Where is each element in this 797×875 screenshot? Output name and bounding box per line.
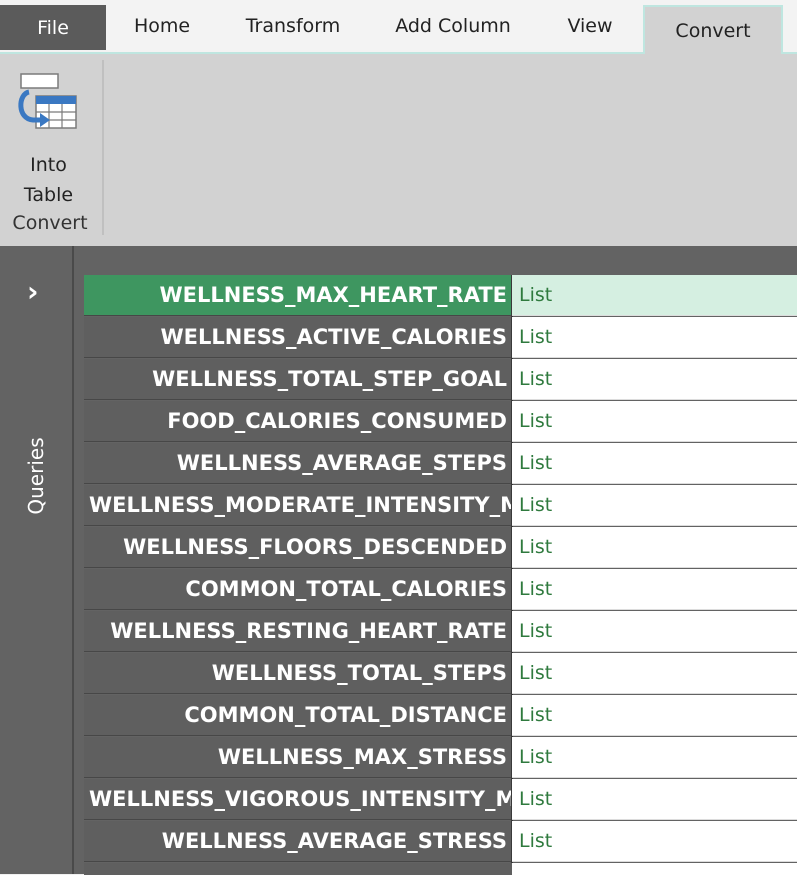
record-row[interactable]: COMMON_TOTAL_DISTANCE List	[84, 695, 797, 737]
record-field-value-link[interactable]: List	[512, 779, 797, 820]
into-table-button[interactable]: Into Table	[0, 64, 97, 206]
record-field-name: WELLNESS_RESTING_HEART_RATE	[84, 611, 512, 652]
record-field-name: WELLNESS_TOTAL_STEP_GOAL	[84, 359, 512, 400]
record-field-value-link[interactable]: List	[512, 695, 797, 736]
record-field-value-link[interactable]: List	[512, 401, 797, 442]
record-field-value-link[interactable]: List	[512, 611, 797, 652]
record-field-name: WELLNESS_AVERAGE_STEPS	[84, 443, 512, 484]
record-row-partial	[84, 863, 797, 875]
record-row[interactable]: WELLNESS_MAX_STRESS List	[84, 737, 797, 779]
record-row[interactable]: WELLNESS_MAX_HEART_RATE List	[84, 275, 797, 317]
record-field-value-link[interactable]: List	[512, 527, 797, 568]
record-row[interactable]: WELLNESS_ACTIVE_CALORIES List	[84, 317, 797, 359]
tab-view[interactable]: View	[552, 0, 628, 52]
record-field-name: WELLNESS_FLOORS_DESCENDED	[84, 527, 512, 568]
record-field-name: WELLNESS_AVERAGE_STRESS	[84, 821, 512, 862]
into-table-icon	[18, 73, 77, 129]
tab-convert[interactable]: Convert	[643, 5, 783, 54]
record-field-value-link[interactable]: List	[512, 653, 797, 694]
ribbon-group-separator	[102, 60, 104, 235]
record-field-value-link[interactable]: List	[512, 569, 797, 610]
record-row[interactable]: WELLNESS_TOTAL_STEPS List	[84, 653, 797, 695]
record-field-name	[84, 863, 512, 875]
record-field-name: WELLNESS_VIGOROUS_INTENSITY_MI	[84, 779, 512, 820]
record-field-name: WELLNESS_ACTIVE_CALORIES	[84, 317, 512, 358]
record-field-name: COMMON_TOTAL_CALORIES	[84, 569, 512, 610]
record-field-name: WELLNESS_MAX_HEART_RATE	[84, 275, 512, 316]
record-row[interactable]: WELLNESS_AVERAGE_STEPS List	[84, 443, 797, 485]
into-table-label-line2: Table	[23, 184, 74, 206]
ribbon-tab-bar: File Home Transform Add Column View Conv…	[0, 0, 797, 54]
queries-pane: › Queries	[0, 246, 74, 874]
record-row[interactable]: WELLNESS_TOTAL_STEP_GOAL List	[84, 359, 797, 401]
record-row[interactable]: WELLNESS_VIGOROUS_INTENSITY_MI List	[84, 779, 797, 821]
queries-pane-label[interactable]: Queries	[24, 437, 48, 514]
record-field-value-link[interactable]: List	[512, 359, 797, 400]
record-grid: WELLNESS_MAX_HEART_RATE List WELLNESS_AC…	[84, 275, 797, 875]
record-row[interactable]: WELLNESS_RESTING_HEART_RATE List	[84, 611, 797, 653]
record-field-value-link[interactable]: List	[512, 737, 797, 778]
chevron-right-icon[interactable]: ›	[27, 278, 39, 306]
record-row[interactable]: WELLNESS_FLOORS_DESCENDED List	[84, 527, 797, 569]
record-row[interactable]: WELLNESS_MODERATE_INTENSITY_M List	[84, 485, 797, 527]
tab-transform[interactable]: Transform	[232, 0, 354, 52]
record-field-value-link[interactable]: List	[512, 485, 797, 526]
ribbon-panel: Into Table Convert	[0, 54, 797, 246]
record-field-name: WELLNESS_TOTAL_STEPS	[84, 653, 512, 694]
record-field-name: WELLNESS_MODERATE_INTENSITY_M	[84, 485, 512, 526]
record-row[interactable]: FOOD_CALORIES_CONSUMED List	[84, 401, 797, 443]
record-field-name: COMMON_TOTAL_DISTANCE	[84, 695, 512, 736]
query-editor-main: › Queries WELLNESS_MAX_HEART_RATE List W…	[0, 246, 797, 875]
ribbon-group-label-convert: Convert	[12, 212, 88, 234]
tab-file[interactable]: File	[0, 5, 106, 50]
into-table-label-line1: Into	[30, 154, 67, 176]
record-field-value-link[interactable]: List	[512, 317, 797, 358]
tab-home[interactable]: Home	[118, 0, 206, 52]
record-field-name: FOOD_CALORIES_CONSUMED	[84, 401, 512, 442]
record-row[interactable]: WELLNESS_AVERAGE_STRESS List	[84, 821, 797, 863]
record-field-value-link[interactable]: List	[512, 275, 797, 316]
record-row[interactable]: COMMON_TOTAL_CALORIES List	[84, 569, 797, 611]
record-field-value-link[interactable]: List	[512, 821, 797, 862]
tab-add-column[interactable]: Add Column	[382, 0, 524, 52]
record-field-value-link[interactable]: List	[512, 443, 797, 484]
record-field-name: WELLNESS_MAX_STRESS	[84, 737, 512, 778]
record-field-value	[512, 863, 797, 875]
